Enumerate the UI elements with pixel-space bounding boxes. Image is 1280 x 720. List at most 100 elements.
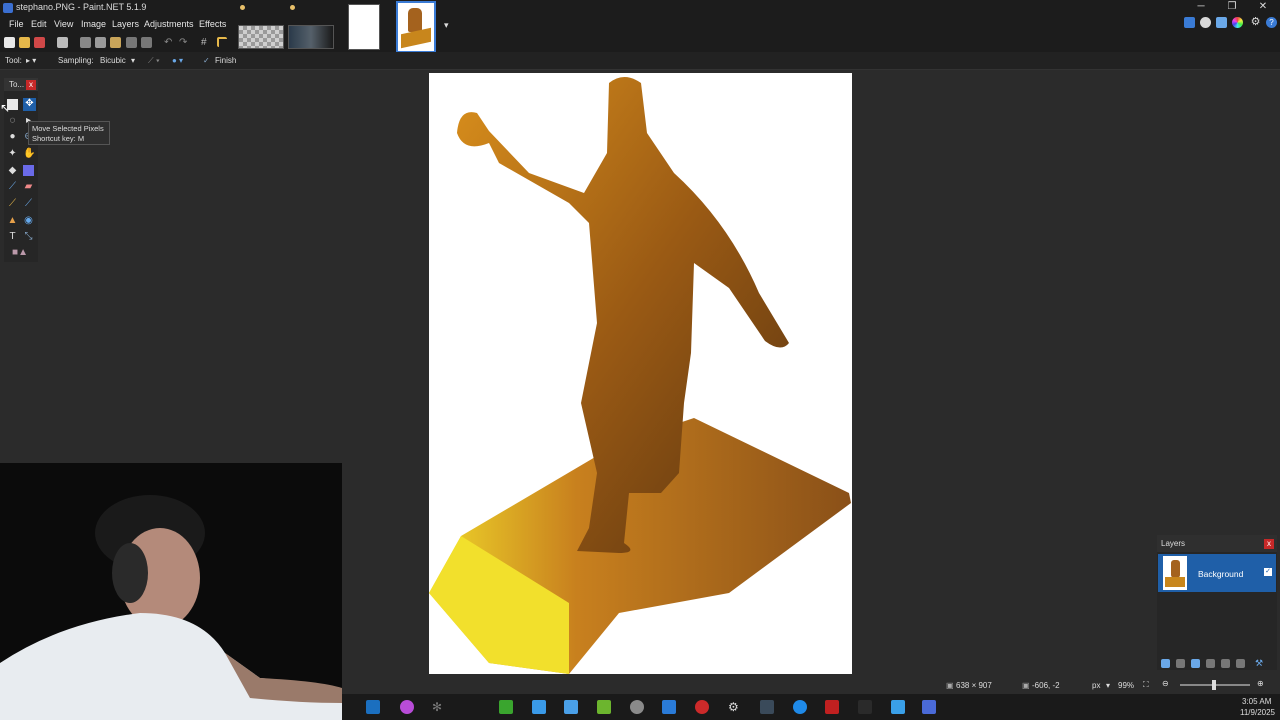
minimize-button[interactable]: ─ bbox=[1194, 1, 1208, 12]
save-icon[interactable] bbox=[34, 37, 45, 48]
window-title: stephano.PNG - Paint.NET 5.1.9 bbox=[16, 2, 147, 12]
zoom-readout[interactable]: 99% bbox=[1118, 681, 1134, 690]
menu-view[interactable]: View bbox=[54, 19, 73, 29]
units-select[interactable]: px bbox=[1092, 681, 1100, 690]
paintbrush-icon[interactable]: ⟋ bbox=[7, 181, 18, 192]
history-window-icon[interactable] bbox=[1200, 17, 1211, 28]
ruler-icon[interactable] bbox=[217, 37, 227, 47]
open-icon[interactable] bbox=[19, 37, 30, 48]
paste-icon[interactable] bbox=[110, 37, 121, 48]
zoom-fit-icon[interactable]: ⛶ bbox=[1143, 680, 1149, 690]
colors-window-icon[interactable] bbox=[1232, 17, 1243, 28]
gradient-icon[interactable] bbox=[23, 165, 34, 176]
layer-properties-icon[interactable]: ⚒ bbox=[1255, 659, 1264, 668]
color-picker-icon[interactable]: ⟋ bbox=[23, 198, 34, 209]
restore-button[interactable]: ❐ bbox=[1225, 1, 1239, 12]
duplicate-layer-icon[interactable] bbox=[1191, 659, 1200, 668]
tools-panel-close-button[interactable]: x bbox=[26, 80, 36, 90]
grid-icon[interactable]: # bbox=[201, 37, 212, 48]
app-icon-lightblue[interactable] bbox=[891, 700, 905, 714]
layers-app-icon[interactable] bbox=[532, 700, 546, 714]
copy-icon[interactable] bbox=[95, 37, 106, 48]
close-button[interactable]: ✕ bbox=[1256, 1, 1270, 12]
zoom-out-icon[interactable]: ⊖ bbox=[1162, 679, 1169, 688]
sampling-select[interactable]: Bicubic bbox=[100, 56, 126, 65]
window-app-icon[interactable] bbox=[564, 700, 578, 714]
clone-stamp-icon[interactable]: ▲ bbox=[7, 215, 18, 226]
browser-icon[interactable] bbox=[400, 700, 414, 714]
magic-wand-icon[interactable]: ✦ bbox=[7, 148, 18, 159]
redo-icon[interactable]: ↷ bbox=[179, 37, 190, 48]
image-tab-blank[interactable] bbox=[348, 4, 380, 50]
app-icon-blue[interactable] bbox=[662, 700, 676, 714]
tool-options-bar: Tool: ▸ ▾ Sampling: Bicubic ▾ ⟋ ▾ ● ▾ ✓ … bbox=[0, 52, 1280, 70]
crop-icon[interactable] bbox=[126, 37, 137, 48]
cut-icon[interactable] bbox=[80, 37, 91, 48]
merge-layer-icon[interactable] bbox=[1206, 659, 1215, 668]
deselect-icon[interactable] bbox=[141, 37, 152, 48]
app-icon-red[interactable] bbox=[825, 700, 839, 714]
text-icon[interactable]: T bbox=[7, 231, 18, 242]
cursor-position-icon: ▣ bbox=[1022, 681, 1030, 690]
menu-effects[interactable]: Effects bbox=[199, 19, 226, 29]
app-icon-black[interactable] bbox=[858, 700, 872, 714]
minecraft-icon[interactable] bbox=[499, 700, 513, 714]
recolor-icon[interactable]: ◉ bbox=[23, 215, 34, 226]
zoom-in-icon[interactable]: ⊕ bbox=[1257, 679, 1264, 688]
settings-icon[interactable]: ⚙ bbox=[1250, 17, 1261, 28]
image-size-readout: 638 × 907 bbox=[956, 681, 992, 690]
layer-row-background[interactable]: Background ✓ bbox=[1158, 554, 1276, 592]
print-icon[interactable] bbox=[57, 37, 68, 48]
webcam-person-image bbox=[0, 463, 342, 720]
image-tab-stephano[interactable] bbox=[396, 1, 436, 53]
menu-layers[interactable]: Layers bbox=[112, 19, 139, 29]
move-layer-down-icon[interactable] bbox=[1236, 659, 1245, 668]
shapes-icon[interactable]: ■▲ bbox=[9, 247, 31, 258]
delete-layer-icon[interactable] bbox=[1176, 659, 1185, 668]
app-icon-dark[interactable] bbox=[760, 700, 774, 714]
windows-settings-icon[interactable]: ⚙ bbox=[728, 700, 742, 714]
layers-window-icon[interactable] bbox=[1216, 17, 1227, 28]
menu-edit[interactable]: Edit bbox=[31, 19, 47, 29]
move-tool-icon[interactable]: ▸ ▾ bbox=[26, 56, 36, 65]
clock-date[interactable]: 11/9/2025 bbox=[1240, 708, 1275, 717]
tools-window-icon[interactable] bbox=[1184, 17, 1195, 28]
units-chevron-down-icon[interactable]: ▾ bbox=[1106, 681, 1110, 690]
antialias-icon[interactable]: ⟋ ▾ bbox=[148, 56, 160, 66]
pencil-icon[interactable]: ⟋ bbox=[7, 198, 18, 209]
eraser-icon[interactable]: ▰ bbox=[23, 181, 34, 192]
tab-overflow-icon[interactable]: ▾ bbox=[444, 20, 449, 31]
menu-file[interactable]: File bbox=[9, 19, 24, 29]
new-icon[interactable] bbox=[4, 37, 15, 48]
add-layer-icon[interactable] bbox=[1161, 659, 1170, 668]
image-tab-screenshot[interactable] bbox=[288, 25, 334, 49]
steam-icon[interactable] bbox=[366, 700, 380, 714]
image-canvas[interactable] bbox=[429, 73, 852, 674]
layers-panel-close-button[interactable]: x bbox=[1264, 539, 1274, 549]
undo-icon[interactable]: ↶ bbox=[164, 37, 175, 48]
app-icon-gray[interactable] bbox=[630, 700, 644, 714]
ellipse-select-icon[interactable]: ● bbox=[7, 131, 18, 142]
move-layer-up-icon[interactable] bbox=[1221, 659, 1230, 668]
blend-mode-icon[interactable]: ● ▾ bbox=[172, 56, 183, 65]
pan-hand-icon[interactable]: ✋ bbox=[23, 148, 35, 159]
lasso-select-icon[interactable]: ◌ bbox=[7, 115, 18, 126]
finish-check-icon[interactable]: ✓ bbox=[203, 56, 210, 65]
paint-bucket-icon[interactable]: ◆ bbox=[7, 165, 18, 176]
menu-image[interactable]: Image bbox=[81, 19, 106, 29]
nvidia-icon[interactable] bbox=[597, 700, 611, 714]
move-selected-pixels-icon[interactable]: ✥ bbox=[23, 98, 36, 111]
zoom-slider-knob[interactable] bbox=[1212, 680, 1216, 690]
clock-time[interactable]: 3:05 AM bbox=[1242, 697, 1271, 706]
sampling-chevron-down-icon[interactable]: ▾ bbox=[131, 56, 135, 65]
finish-button[interactable]: Finish bbox=[215, 56, 236, 65]
settings-gear-icon[interactable]: ✻ bbox=[432, 700, 446, 714]
paintnet-taskbar-icon[interactable] bbox=[922, 700, 936, 714]
edge-icon[interactable] bbox=[793, 700, 807, 714]
menu-adjustments[interactable]: Adjustments bbox=[144, 19, 194, 29]
line-curve-icon[interactable]: ⤡ bbox=[23, 231, 34, 242]
image-tab-transparent[interactable] bbox=[238, 25, 284, 49]
help-icon[interactable]: ? bbox=[1266, 17, 1277, 28]
layer-visibility-checkbox[interactable]: ✓ bbox=[1264, 568, 1272, 576]
obs-icon[interactable] bbox=[695, 700, 709, 714]
